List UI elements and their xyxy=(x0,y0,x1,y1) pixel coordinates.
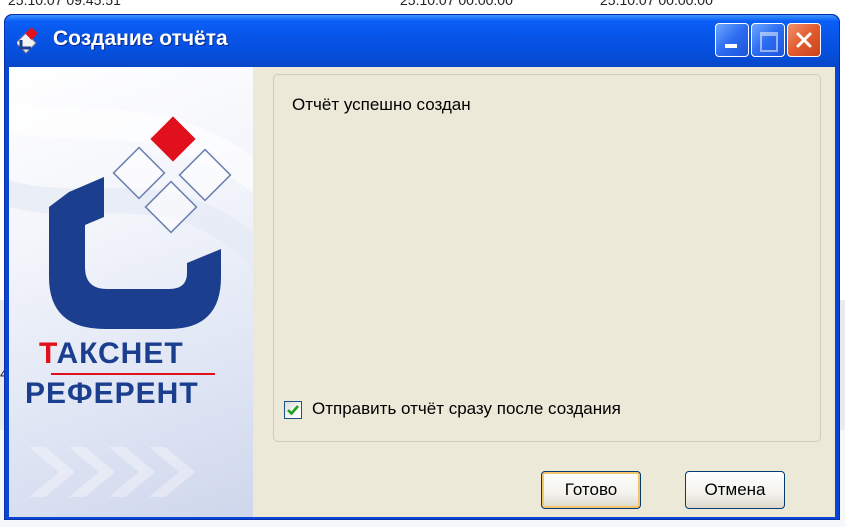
brand-name-line2: РЕФЕРЕНТ xyxy=(25,377,199,410)
close-icon xyxy=(796,32,812,48)
brand-name-rest: АКСНЕТ xyxy=(56,337,184,370)
minimize-button[interactable] xyxy=(715,23,749,57)
brand-underline xyxy=(51,373,215,375)
takscet-logo xyxy=(9,99,253,497)
cancel-button[interactable]: Отмена xyxy=(685,471,785,509)
content-frame: Отчёт успешно создан Отправить отчёт сра… xyxy=(273,74,821,442)
checkmark-icon xyxy=(287,405,299,416)
background-timestamp: 25.10.07 09:45:51 xyxy=(8,0,121,8)
app-icon xyxy=(15,26,45,54)
send-report-label[interactable]: Отправить отчёт сразу после создания xyxy=(312,399,621,419)
brand-name-line1: ТАКСНЕТ xyxy=(39,337,184,371)
background-timestamp: 25.10.07 00:00:00 xyxy=(600,0,713,8)
brand-banner: ТАКСНЕТ РЕФЕРЕНТ xyxy=(9,67,253,517)
title-bar[interactable]: Создание отчёта xyxy=(5,15,839,67)
brand-accent-letter: Т xyxy=(39,337,57,370)
window-title: Создание отчёта xyxy=(53,27,228,50)
done-button[interactable]: Готово xyxy=(541,471,641,509)
background-timestamp: 25.10.07 00:00:00 xyxy=(400,0,513,8)
dialog-body: ТАКСНЕТ РЕФЕРЕНТ Отчёт успешно создан От… xyxy=(9,67,835,517)
maximize-button[interactable] xyxy=(751,23,785,57)
send-report-checkbox[interactable] xyxy=(284,401,302,419)
report-creation-dialog: Создание отчёта ТАКСНЕТ РЕФЕРЕНТ Отчёт у… xyxy=(4,14,840,520)
status-message: Отчёт успешно создан xyxy=(292,95,471,114)
close-button[interactable] xyxy=(787,23,821,57)
